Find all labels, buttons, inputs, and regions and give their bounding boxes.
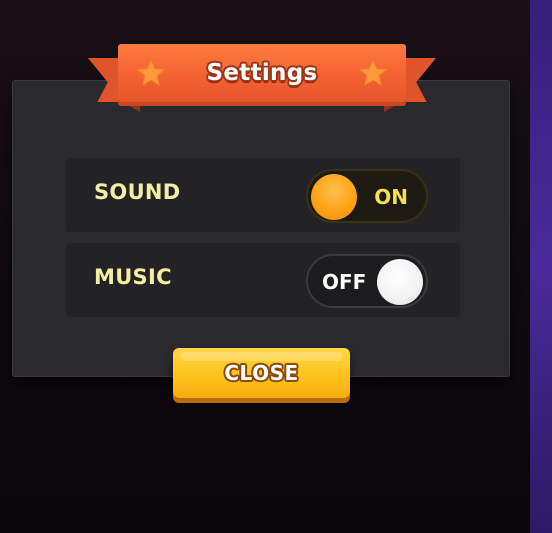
toggle-knob	[377, 259, 423, 305]
sound-toggle[interactable]: ON	[306, 169, 428, 223]
setting-row-sound: SOUND ON	[66, 158, 460, 232]
star-icon	[358, 58, 388, 87]
sound-toggle-state: ON	[374, 185, 408, 209]
close-button-label: CLOSE	[224, 361, 299, 385]
toggle-knob	[311, 174, 357, 220]
ribbon-banner: Settings	[118, 44, 406, 106]
title-ribbon: Settings	[88, 44, 436, 122]
music-toggle-state: OFF	[322, 270, 367, 294]
close-button[interactable]: CLOSE	[173, 348, 350, 398]
background-side-strip	[530, 0, 552, 533]
music-label: MUSIC	[94, 265, 172, 289]
setting-row-music: MUSIC OFF	[66, 243, 460, 317]
sound-label: SOUND	[94, 180, 181, 204]
music-toggle[interactable]: OFF	[306, 254, 428, 308]
